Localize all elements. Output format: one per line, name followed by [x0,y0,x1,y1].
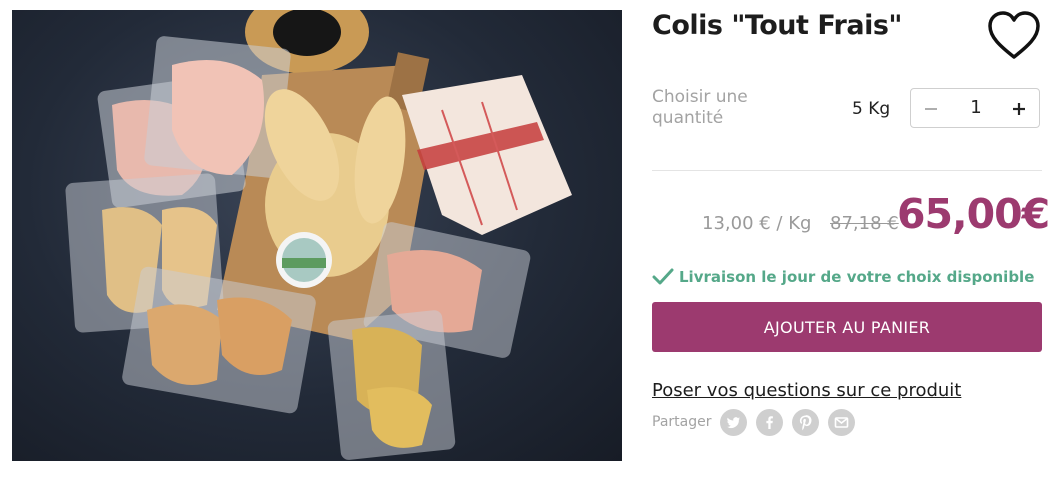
checkmark-icon [652,268,674,285]
plus-icon [1013,103,1025,115]
product-image [12,10,622,461]
divider [652,170,1042,171]
quantity-label: Choisir une quantité [652,87,748,128]
facebook-icon [766,416,773,429]
delivery-text: Livraison le jour de votre choix disponi… [679,268,1035,286]
heart-icon [988,11,1040,59]
email-icon [834,417,849,428]
favorite-button[interactable] [986,10,1042,62]
ask-question-link[interactable]: Poser vos questions sur ce produit [652,380,961,401]
old-price: 87,18 € [830,213,899,234]
quantity-unit: 5 Kg [852,99,891,119]
share-label: Partager [652,414,712,430]
delivery-availability: Livraison le jour de votre choix disponi… [652,268,1034,286]
add-to-cart-button[interactable]: AJOUTER AU PANIER [652,302,1042,352]
share-pinterest-button[interactable] [792,409,819,436]
unit-price: 13,00 € / Kg [702,213,812,234]
pinterest-icon [799,415,812,431]
share-facebook-button[interactable] [756,409,783,436]
share-email-button[interactable] [828,409,855,436]
quantity-stepper: 1 [910,88,1040,128]
product-photo-illustration [65,10,572,460]
current-price: 65,00€ [897,190,1050,238]
increment-button[interactable] [999,89,1039,127]
product-title: Colis "Tout Frais" [652,10,902,41]
twitter-icon [727,417,740,429]
share-twitter-button[interactable] [720,409,747,436]
decrement-button[interactable] [911,89,951,127]
quantity-input[interactable]: 1 [955,89,997,127]
minus-icon [925,108,937,110]
